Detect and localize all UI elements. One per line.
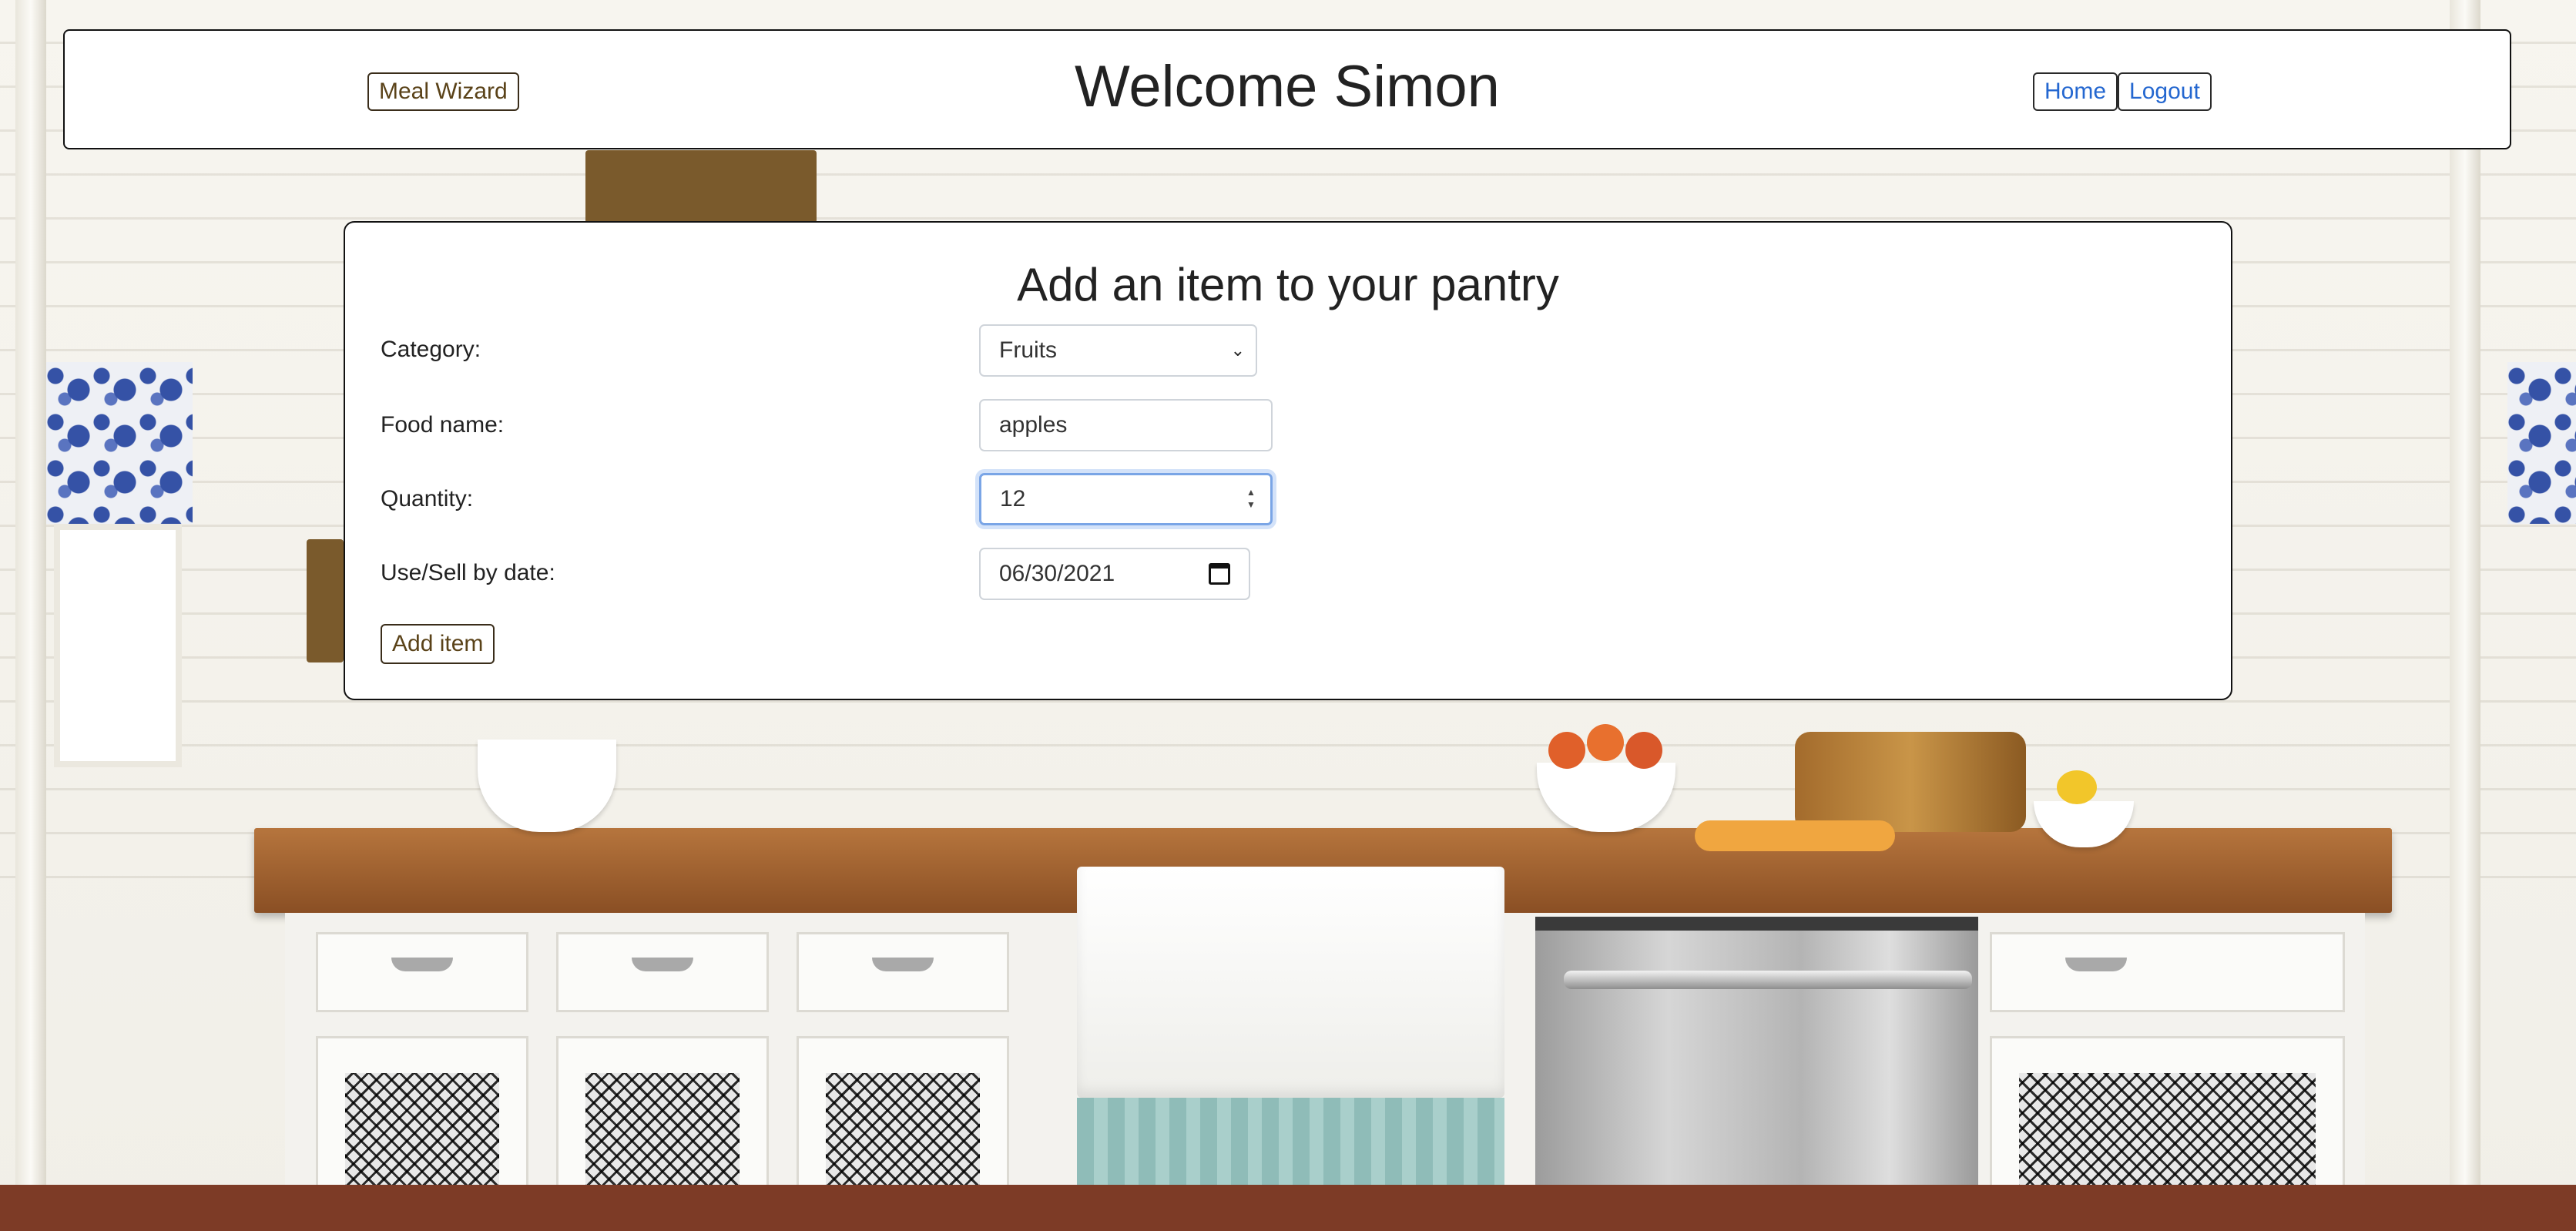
top-header: Meal Wizard Welcome Simon Home Logout xyxy=(63,29,2511,149)
orange xyxy=(1587,724,1624,761)
food-name-value: apples xyxy=(999,412,1068,438)
lemon xyxy=(2057,770,2097,804)
category-select[interactable]: Fruits ⌄ xyxy=(979,324,1257,377)
left-window xyxy=(54,524,182,767)
quantity-label: Quantity: xyxy=(381,486,474,512)
dishwasher-handle xyxy=(1564,971,1972,989)
door-frame-right xyxy=(2450,0,2480,1231)
drawer xyxy=(556,932,769,1012)
use-by-date-input[interactable]: 06/30/2021 xyxy=(979,548,1250,600)
farmhouse-sink xyxy=(1077,867,1504,1098)
nav-buttons: Home Logout xyxy=(2033,72,2212,111)
chevron-down-icon: ⌄ xyxy=(1230,340,1245,360)
orange xyxy=(1548,732,1585,769)
form-title: Add an item to your pantry xyxy=(1017,259,1559,310)
left-window-curtain xyxy=(46,362,193,524)
food-name-input[interactable]: apples xyxy=(979,399,1273,451)
orange xyxy=(1625,732,1662,769)
date-value: 06/30/2021 xyxy=(999,561,1115,586)
category-selected-value: Fruits xyxy=(999,337,1057,363)
dishwasher xyxy=(1535,917,1978,1231)
cutting-board xyxy=(1795,732,2026,832)
right-window-curtain xyxy=(2507,362,2576,524)
small-frame xyxy=(307,539,344,662)
door-frame-left xyxy=(15,0,46,1231)
food-name-label: Food name: xyxy=(381,412,505,438)
home-button[interactable]: Home xyxy=(2033,72,2118,111)
date-label: Use/Sell by date: xyxy=(381,560,555,585)
calendar-icon[interactable] xyxy=(1209,563,1230,585)
quantity-value: 12 xyxy=(1000,486,1026,512)
logout-button[interactable]: Logout xyxy=(2118,72,2212,111)
add-item-button[interactable]: Add item xyxy=(381,624,495,664)
melon-slices xyxy=(1695,820,1895,851)
painting xyxy=(585,150,817,223)
drawer xyxy=(316,932,528,1012)
floor xyxy=(0,1185,2576,1231)
number-spinner-icon[interactable]: ▲ ▼ xyxy=(1246,486,1256,511)
category-label: Category: xyxy=(381,337,481,362)
drawer xyxy=(797,932,1009,1012)
drawer xyxy=(1990,932,2345,1012)
add-pantry-item-form: Add an item to your pantry Category: Fru… xyxy=(344,221,2232,700)
quantity-input[interactable]: 12 ▲ ▼ xyxy=(979,473,1273,525)
